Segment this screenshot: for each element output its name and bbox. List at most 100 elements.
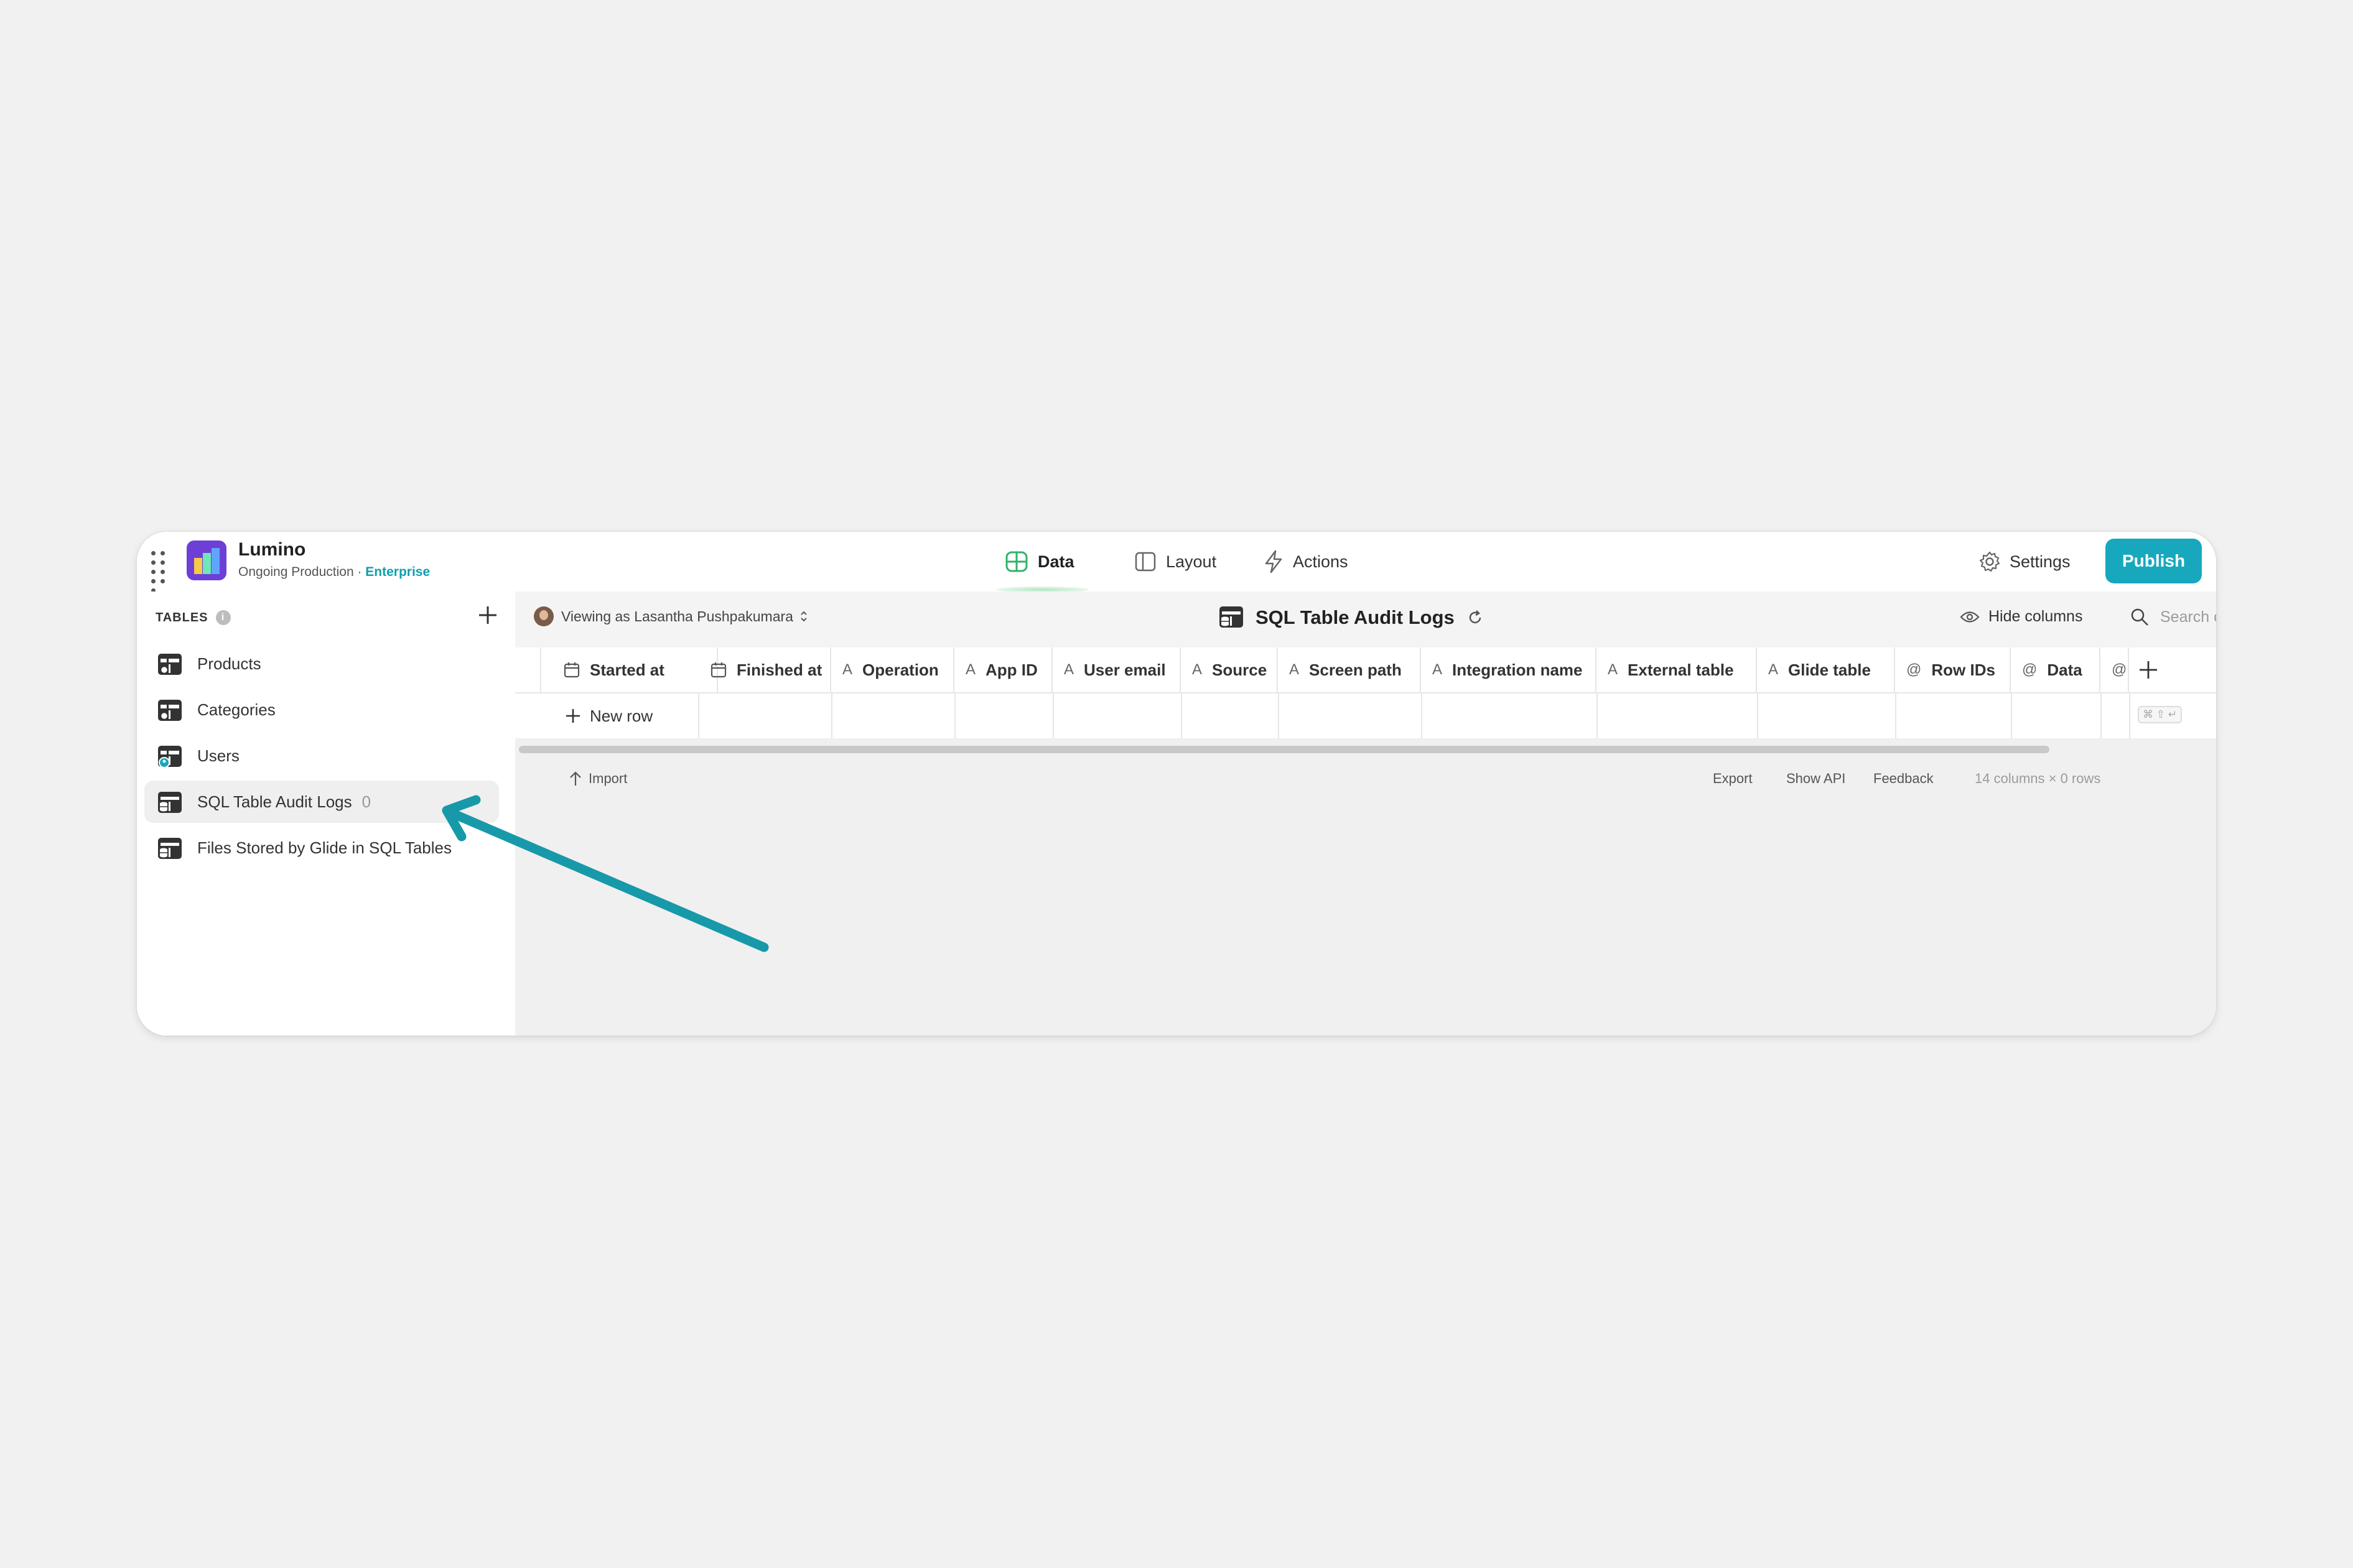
horizontal-scrollbar[interactable] xyxy=(519,746,2049,753)
sidebar-item-files-stored[interactable]: Files Stored by Glide in SQL Tables xyxy=(144,827,499,869)
grid-cell xyxy=(2100,694,2130,738)
app-subtitle: Ongoing Production · Enterprise xyxy=(238,565,430,580)
text-type-icon: A xyxy=(1064,661,1074,678)
column-header[interactable]: Finished at xyxy=(698,647,831,692)
app-status: Ongoing Production · xyxy=(238,565,366,579)
column-header-label: Row IDs xyxy=(1931,660,1995,679)
sidebar-item-categories[interactable]: Categories xyxy=(144,689,499,731)
grid-footer: Import Export Show API Feedback 14 colum… xyxy=(515,759,2216,797)
app-window: Lumino Ongoing Production · Enterprise D… xyxy=(137,532,2216,1036)
settings-button[interactable]: Settings xyxy=(1978,532,2071,591)
add-table-button[interactable] xyxy=(475,603,500,628)
table-summary: 14 columns × 0 rows xyxy=(1975,771,2101,786)
grid-cell xyxy=(1278,694,1422,738)
export-button[interactable]: Export xyxy=(1713,771,1753,787)
lightning-icon xyxy=(1264,550,1283,573)
tab-data-label: Data xyxy=(1038,552,1074,571)
show-api-button[interactable]: Show API xyxy=(1786,771,1845,787)
text-type-icon: A xyxy=(1432,661,1443,678)
new-row-label: New row xyxy=(590,706,653,725)
new-row-button[interactable]: New row xyxy=(565,694,653,738)
tab-layout-label: Layout xyxy=(1166,552,1217,571)
import-button[interactable]: Import xyxy=(569,771,627,787)
at-type-icon: @ xyxy=(2112,661,2127,678)
column-header-row: Started at Finished at A Operation A App… xyxy=(515,647,2216,694)
column-header-label: Screen path xyxy=(1309,660,1402,679)
text-type-icon: A xyxy=(842,661,853,678)
column-header[interactable]: A Integration name xyxy=(1421,647,1596,692)
grid-cell xyxy=(1181,694,1279,738)
column-header[interactable]: @ xyxy=(2100,647,2129,692)
viewing-as-label: Viewing as Lasantha Pushpakumara xyxy=(561,608,793,624)
search-icon xyxy=(2130,608,2149,626)
column-header[interactable]: A Glide table xyxy=(1757,647,1895,692)
info-icon[interactable]: i xyxy=(215,610,231,625)
sidebar-item-sql-table-audit-logs[interactable]: SQL Table Audit Logs 0 xyxy=(144,781,499,823)
grid-cell xyxy=(954,694,1054,738)
feedback-button[interactable]: Feedback xyxy=(1873,771,1934,787)
sidebar-item-users[interactable]: Users xyxy=(144,735,499,777)
grid-cell xyxy=(2011,694,2102,738)
grid-cell xyxy=(698,694,832,738)
plus-icon xyxy=(479,606,496,624)
viewing-as-selector[interactable]: Viewing as Lasantha Pushpakumara xyxy=(534,606,808,626)
column-header[interactable]: Started at xyxy=(541,647,718,692)
main-panel: Viewing as Lasantha Pushpakumara SQL Tab… xyxy=(515,591,2216,1036)
grid-cell xyxy=(1596,694,1758,738)
column-header[interactable]: A Source xyxy=(1181,647,1278,692)
gear-icon xyxy=(1978,550,2001,573)
sidebar-item-products[interactable]: Products xyxy=(144,643,499,685)
sidebar-item-label: Users xyxy=(197,746,240,765)
row-count-badge: 0 xyxy=(361,792,371,811)
search-placeholder: Search columns xyxy=(2160,608,2216,626)
table-toolbar: Viewing as Lasantha Pushpakumara SQL Tab… xyxy=(515,591,2216,647)
column-header-label: Integration name xyxy=(1452,660,1583,679)
sql-table-icon xyxy=(157,791,184,820)
app-grid-icon[interactable] xyxy=(151,550,173,593)
column-header[interactable]: @ Row IDs xyxy=(1895,647,2011,692)
add-row-shortcut: ⌘ ⇧ ↵ xyxy=(2138,706,2182,723)
app-logo[interactable] xyxy=(187,540,226,580)
users-table-icon xyxy=(157,745,184,774)
arrow-up-icon xyxy=(569,771,582,787)
calendar-icon xyxy=(564,662,580,678)
grid-cell xyxy=(1757,694,1896,738)
column-header[interactable]: A App ID xyxy=(954,647,1053,692)
top-bar: Lumino Ongoing Production · Enterprise D… xyxy=(137,532,2216,593)
tab-data[interactable]: Data xyxy=(1005,532,1074,591)
table-title: SQL Table Audit Logs xyxy=(1218,605,1483,630)
hide-columns-button[interactable]: Hide columns xyxy=(1960,608,2082,626)
sidebar-item-label: Products xyxy=(197,654,261,673)
sql-table-icon xyxy=(157,837,184,866)
column-header[interactable]: @ Data xyxy=(2011,647,2100,692)
tables-header: TABLES i xyxy=(156,610,231,625)
column-header-label: Glide table xyxy=(1788,660,1871,679)
column-header[interactable]: A User email xyxy=(1053,647,1181,692)
refresh-icon[interactable] xyxy=(1467,610,1483,626)
tab-actions-label: Actions xyxy=(1293,552,1348,571)
sql-table-icon xyxy=(1218,605,1246,630)
sidebar: TABLES i Products Categories Users SQL T… xyxy=(137,591,516,1036)
add-column-button[interactable] xyxy=(2130,647,2167,692)
column-header[interactable]: A Operation xyxy=(831,647,954,692)
table-title-label: SQL Table Audit Logs xyxy=(1256,606,1455,628)
tab-layout[interactable]: Layout xyxy=(1135,532,1216,591)
grid-cell xyxy=(831,694,956,738)
column-header-label: Finished at xyxy=(737,660,822,679)
app-name: Lumino xyxy=(238,539,306,560)
table-icon xyxy=(157,652,184,682)
layout-icon xyxy=(1135,552,1156,572)
publish-button[interactable]: Publish xyxy=(2105,539,2202,583)
tab-actions[interactable]: Actions xyxy=(1264,532,1348,591)
chevron-updown-icon xyxy=(799,610,808,623)
column-header[interactable]: A Screen path xyxy=(1278,647,1421,692)
plan-badge: Enterprise xyxy=(365,565,431,579)
grid-cell xyxy=(1421,694,1598,738)
column-header[interactable]: A External table xyxy=(1596,647,1757,692)
text-type-icon: A xyxy=(1768,661,1779,678)
search-columns-input[interactable]: Search columns ⌘K xyxy=(2130,608,2216,626)
column-header-label: Source xyxy=(1212,660,1267,679)
hide-columns-label: Hide columns xyxy=(1988,608,2083,625)
sidebar-item-label: SQL Table Audit Logs 0 xyxy=(197,792,371,812)
column-header-label: App ID xyxy=(985,660,1038,679)
